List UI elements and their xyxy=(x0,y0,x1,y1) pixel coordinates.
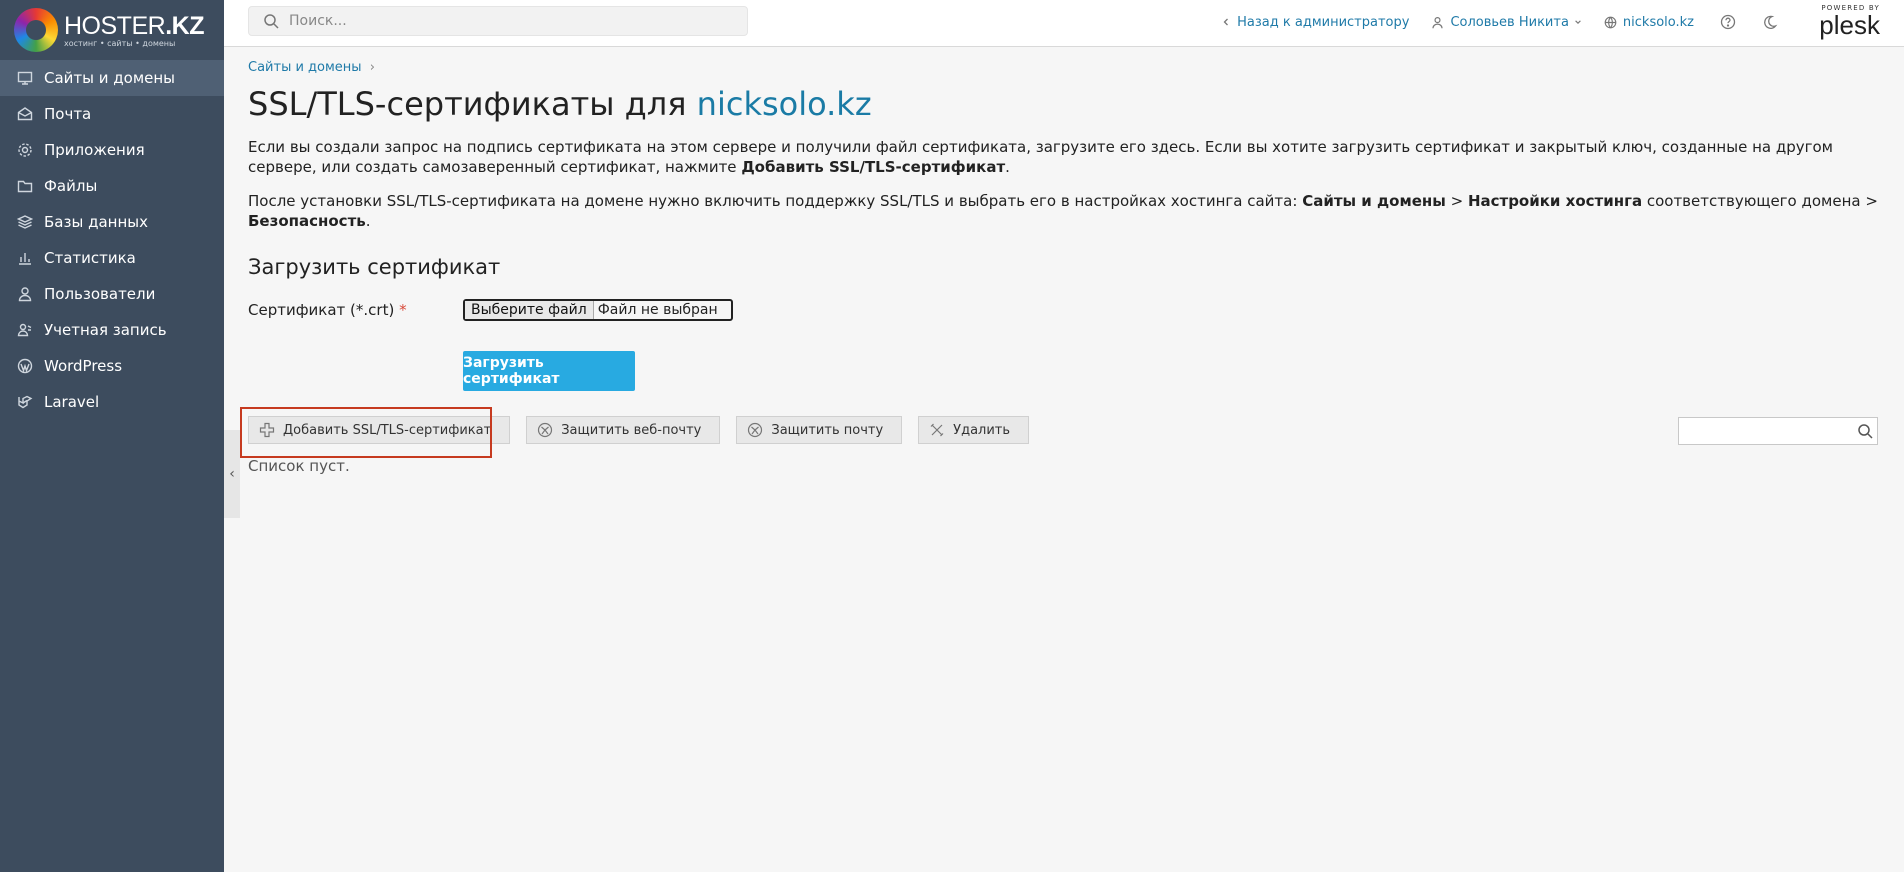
sidebar-item-label: Базы данных xyxy=(44,213,148,231)
search-input[interactable] xyxy=(287,12,731,30)
instructions-paragraph: После установки SSL/TLS-сертификата на д… xyxy=(248,192,1878,230)
sidebar-item-label: Приложения xyxy=(44,141,145,159)
user-menu[interactable]: Соловьев Никита xyxy=(1431,15,1581,30)
sidebar-item-files[interactable]: Файлы xyxy=(0,168,224,204)
delete-icon xyxy=(929,422,945,438)
breadcrumb: Сайты и домены › xyxy=(248,60,1904,75)
hoster-logo[interactable]: HOSTER.KZ хостинг • сайты • домены xyxy=(0,0,224,60)
chevron-right-icon: › xyxy=(369,60,375,75)
secure-webmail-button[interactable]: Защитить веб-почту xyxy=(526,416,721,444)
mail-icon xyxy=(16,105,34,123)
folder-icon xyxy=(16,177,34,195)
sidebar-item-label: WordPress xyxy=(44,357,123,375)
sidebar-item-label: Учетная запись xyxy=(44,321,167,339)
topbar: Назад к администратору Соловьев Никита n… xyxy=(224,0,1904,47)
plus-icon xyxy=(259,422,275,438)
shield-icon xyxy=(747,422,763,438)
list-search-input[interactable] xyxy=(1683,422,1857,440)
help-icon[interactable] xyxy=(1720,14,1736,30)
shield-icon xyxy=(537,422,553,438)
sidebar-collapse-toggle[interactable]: ‹ xyxy=(224,430,240,518)
sidebar-item-label: Файлы xyxy=(44,177,98,195)
user-icon xyxy=(1431,16,1444,29)
page-title-prefix: SSL/TLS-сертификаты для xyxy=(248,85,697,123)
empty-list-message: Список пуст. xyxy=(248,457,350,475)
plesk-logo: POWERED BY plesk xyxy=(1819,4,1880,38)
search-icon[interactable] xyxy=(1857,423,1873,439)
hoster-logo-mark xyxy=(14,8,58,52)
sidebar-item-applications[interactable]: Приложения xyxy=(0,132,224,168)
breadcrumb-websites[interactable]: Сайты и домены xyxy=(248,60,362,75)
delete-label: Удалить xyxy=(953,422,1011,438)
wordpress-icon xyxy=(16,357,34,375)
domain-link[interactable]: nicksolo.kz xyxy=(1604,15,1694,30)
global-search[interactable] xyxy=(248,6,748,36)
monitor-icon xyxy=(16,69,34,87)
sidebar-item-label: Сайты и домены xyxy=(44,69,176,87)
add-certificate-button[interactable]: Добавить SSL/TLS-сертификат xyxy=(248,416,511,444)
upload-certificate-button[interactable]: Загрузить сертификат xyxy=(463,351,635,391)
sidebar-item-label: Laravel xyxy=(44,393,100,411)
back-to-admin-link[interactable]: Назад к администратору xyxy=(1221,15,1409,30)
sidebar-item-label: Почта xyxy=(44,105,92,123)
required-mark: * xyxy=(399,301,407,319)
certificate-file-input[interactable]: Выберите файл Файл не выбран xyxy=(463,299,733,321)
delete-button[interactable]: Удалить xyxy=(918,416,1030,444)
main-content: Сайты и домены › SSL/TLS-сертификаты для… xyxy=(240,46,1904,475)
chevron-left-icon xyxy=(1221,17,1231,27)
sidebar-item-websites[interactable]: Сайты и домены xyxy=(0,60,224,96)
back-to-admin-label: Назад к администратору xyxy=(1237,14,1410,30)
sidebar-item-databases[interactable]: Базы данных xyxy=(0,204,224,240)
moon-icon[interactable] xyxy=(1762,14,1778,30)
add-certificate-label: Добавить SSL/TLS-сертификат xyxy=(283,422,492,438)
account-icon xyxy=(16,321,34,339)
sidebar-item-users[interactable]: Пользователи xyxy=(0,276,224,312)
logo-tagline: хостинг • сайты • домены xyxy=(64,38,176,48)
page-title: SSL/TLS-сертификаты для nicksolo.kz xyxy=(248,85,1904,123)
chevron-down-icon xyxy=(1574,18,1582,26)
domain-label: nicksolo.kz xyxy=(1622,14,1694,30)
plesk-wordmark: plesk xyxy=(1819,10,1880,40)
sidebar-item-label: Статистика xyxy=(44,249,136,267)
search-icon xyxy=(263,13,279,29)
certificate-toolbar: Добавить SSL/TLS-сертификат Защитить веб… xyxy=(240,407,1904,458)
user-icon xyxy=(16,285,34,303)
certificate-label: Сертификат (*.crt) * xyxy=(248,301,407,319)
sidebar-item-wordpress[interactable]: WordPress xyxy=(0,348,224,384)
page-title-domain[interactable]: nicksolo.kz xyxy=(697,85,872,123)
secure-mail-label: Защитить почту xyxy=(771,422,884,438)
bar-chart-icon xyxy=(16,249,34,267)
database-icon xyxy=(16,213,34,231)
sidebar-item-mail[interactable]: Почта xyxy=(0,96,224,132)
certificate-field-row: Сертификат (*.crt) * Выберите файл Файл … xyxy=(248,299,1904,321)
logo-name: HOSTER xyxy=(64,11,166,40)
gear-icon xyxy=(16,141,34,159)
choose-file-button[interactable]: Выберите файл xyxy=(465,301,594,319)
sidebar-item-statistics[interactable]: Статистика xyxy=(0,240,224,276)
sidebar-item-label: Пользователи xyxy=(44,285,156,303)
sidebar-item-laravel[interactable]: Laravel xyxy=(0,384,224,420)
sidebar: HOSTER.KZ хостинг • сайты • домены Сайты… xyxy=(0,0,224,872)
list-search[interactable] xyxy=(1678,417,1878,445)
secure-webmail-label: Защитить веб-почту xyxy=(561,422,702,438)
upload-heading: Загрузить сертификат xyxy=(248,255,501,279)
logo-tld: .KZ xyxy=(165,11,204,40)
user-name: Соловьев Никита xyxy=(1450,14,1569,30)
sidebar-item-account[interactable]: Учетная запись xyxy=(0,312,224,348)
chevron-left-icon: ‹ xyxy=(229,466,235,482)
secure-mail-button[interactable]: Защитить почту xyxy=(736,416,903,444)
intro-paragraph: Если вы создали запрос на подпись сертиф… xyxy=(248,138,1833,176)
file-status: Файл не выбран xyxy=(597,302,718,318)
globe-icon xyxy=(1604,16,1617,29)
laravel-icon xyxy=(16,393,34,411)
